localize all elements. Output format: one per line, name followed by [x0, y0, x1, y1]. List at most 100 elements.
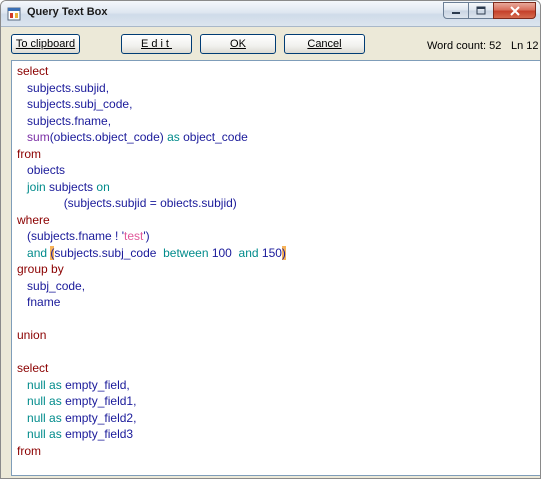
code-token: as: [167, 130, 180, 144]
code-line: subj_code,: [17, 278, 85, 294]
code-token: (subjects.fname ! ': [27, 229, 125, 243]
code-token: subj_code,: [27, 278, 86, 293]
code-line: null as empty_field2,: [17, 410, 136, 426]
code-token: empty_field1,: [61, 394, 137, 408]
window-controls: [443, 2, 536, 20]
query-text-box-window: Query Text Box To clipboard Edit OK Canc…: [0, 0, 541, 479]
code-line: subjects.subjid,: [17, 80, 109, 96]
code-token: group by: [17, 262, 64, 276]
code-line: (subjects.fname ! 'test'): [17, 228, 150, 244]
app-window-icon: [7, 7, 21, 21]
code-token: as: [49, 427, 62, 441]
to-clipboard-button[interactable]: To clipboard: [11, 34, 80, 54]
code-token: as: [49, 410, 62, 425]
code-token: subjects.subjid,: [27, 80, 110, 95]
minimize-button[interactable]: [443, 2, 469, 19]
code-line: subjects.subj_code,: [17, 96, 132, 112]
code-token: subjects.subj_code: [54, 245, 164, 260]
code-line: union: [17, 327, 46, 343]
code-token: object_code: [179, 130, 248, 144]
code-token: (obiects.object_code): [49, 130, 168, 144]
code-token: empty_field3: [61, 427, 134, 441]
ok-button[interactable]: OK: [200, 34, 276, 54]
code-token: fname: [27, 295, 61, 309]
query-editor[interactable]: select subjects.subjid, subjects.subj_co…: [11, 60, 540, 476]
code-token: null: [27, 427, 46, 441]
cancel-label: Cancel: [307, 38, 342, 50]
edit-label: Edit: [141, 38, 172, 50]
line-number-status: Ln 12: [511, 40, 539, 52]
code-token: null: [27, 410, 46, 425]
code-token: on: [96, 179, 110, 194]
code-line: from: [17, 443, 41, 459]
code-line: subjects.fname,: [17, 113, 111, 129]
code-line: select: [17, 63, 48, 79]
code-line: group by: [17, 261, 64, 277]
code-token: select: [17, 64, 49, 78]
code-line: null as empty_field1,: [17, 393, 136, 409]
code-token: as: [49, 377, 62, 392]
code-token: where: [17, 212, 50, 227]
edit-button[interactable]: Edit: [121, 34, 192, 54]
code-line: null as empty_field3: [17, 426, 133, 442]
code-token: (subjects.subjid = obiects.subjid): [63, 196, 237, 210]
code-token: subjects.subj_code,: [27, 97, 133, 111]
toolbar: To clipboard Edit OK Cancel Word count: …: [1, 27, 540, 61]
code-line: null as empty_field,: [17, 377, 130, 393]
close-icon: [509, 5, 520, 16]
code-token: sum: [27, 130, 50, 144]
code-token: 150: [258, 245, 282, 260]
maximize-button[interactable]: [468, 2, 494, 19]
close-button[interactable]: [493, 2, 536, 19]
code-token: between: [163, 245, 209, 260]
code-token: join: [27, 179, 46, 194]
window-title: Query Text Box: [27, 6, 108, 18]
code-token: from: [17, 443, 41, 458]
code-line: select: [17, 360, 48, 376]
code-line: (subjects.subjid = obiects.subjid): [17, 195, 237, 211]
word-count-status: Word count: 52: [427, 40, 502, 52]
title-bar[interactable]: Query Text Box: [1, 1, 540, 27]
code-line: where: [17, 212, 50, 228]
code-line: join subjects on: [17, 179, 110, 195]
code-token: subjects.fname,: [27, 113, 112, 128]
code-token: test: [124, 229, 144, 243]
code-token: empty_field,: [61, 377, 130, 392]
code-token: 100: [208, 245, 239, 260]
code-line: fname: [17, 294, 60, 310]
code-token: from: [17, 146, 41, 161]
code-token: '): [143, 229, 150, 243]
code-line: and (subjects.subj_code between 100 and …: [17, 245, 286, 261]
minimize-icon: [452, 11, 460, 14]
code-line: sum(obiects.object_code) as object_code: [17, 129, 248, 145]
to-clipboard-label: To clipboard: [15, 38, 76, 50]
maximize-icon: [476, 6, 486, 15]
code-token: obiects: [27, 163, 66, 177]
code-token: select: [17, 361, 49, 375]
code-token: and: [27, 245, 48, 260]
code-token: empty_field2,: [61, 410, 137, 425]
code-token: and: [238, 245, 259, 260]
ok-label: OK: [230, 38, 246, 50]
code-token: union: [17, 328, 47, 342]
code-token: null: [27, 377, 46, 392]
code-token: ): [281, 245, 286, 260]
code-line: from: [17, 146, 41, 162]
cancel-button[interactable]: Cancel: [284, 34, 365, 54]
code-token: subjects: [45, 179, 97, 194]
code-token: as: [49, 394, 62, 408]
